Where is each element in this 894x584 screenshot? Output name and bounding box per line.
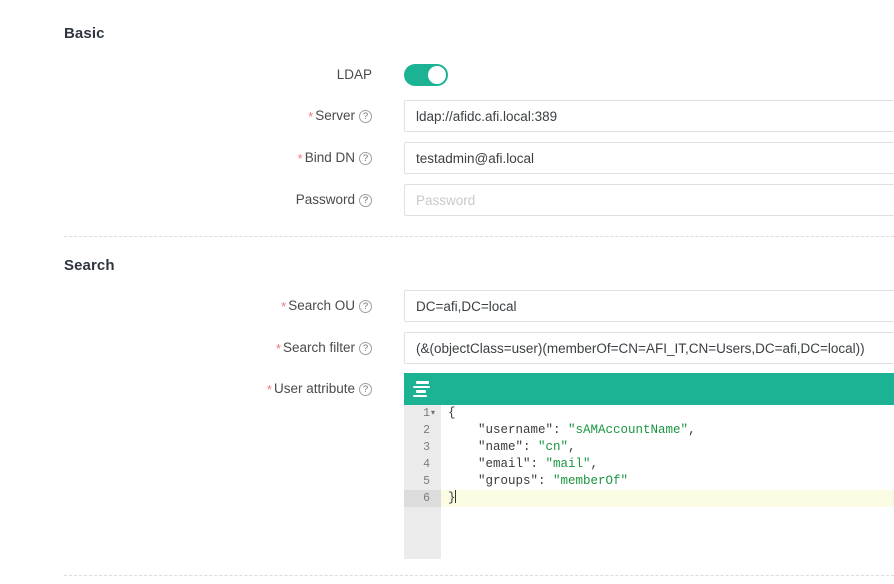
bind-dn-input[interactable] — [404, 142, 894, 174]
code-text: { — [448, 405, 456, 422]
help-icon[interactable]: ? — [359, 194, 372, 207]
label-ldap: LDAP — [0, 59, 372, 91]
field-search-ou — [404, 290, 894, 322]
label-bind-dn: * Bind DN? — [0, 142, 372, 175]
code-token: , — [688, 423, 696, 437]
ldap-toggle-knob — [428, 66, 446, 84]
password-input[interactable] — [404, 184, 894, 216]
label-user-attribute: * User attribute? — [0, 373, 372, 406]
form-row-server: * Server? — [0, 100, 894, 132]
section-divider-search — [64, 575, 894, 576]
label-search-filter-text: Search filter — [282, 340, 355, 355]
line-number: 4 — [423, 458, 430, 471]
format-align-icon[interactable] — [412, 381, 430, 397]
label-search-ou: * Search OU? — [0, 290, 372, 323]
code-token: "email": — [448, 457, 546, 471]
server-input[interactable] — [404, 100, 894, 132]
help-icon[interactable]: ? — [359, 152, 372, 165]
code-line[interactable]: 2 "username": "sAMAccountName", — [404, 422, 894, 439]
code-token: , — [590, 457, 599, 471]
ldap-settings-page: Basic LDAP *Server? *Bind DN? Passwor — [0, 0, 894, 584]
text-caret — [454, 490, 456, 503]
label-server: * Server? — [0, 100, 372, 133]
required-asterisk: * — [281, 299, 287, 314]
code-text: "username": "sAMAccountName", — [448, 422, 696, 439]
help-icon[interactable]: ? — [359, 383, 372, 396]
form-row-ldap: LDAP — [0, 59, 894, 91]
help-icon[interactable]: ? — [359, 342, 372, 355]
code-token: , — [568, 440, 576, 454]
required-asterisk: * — [297, 151, 303, 166]
field-password — [404, 184, 894, 216]
label-ldap-text: LDAP — [336, 67, 372, 82]
label-user-attribute-text: User attribute — [273, 381, 355, 396]
form-row-password: Password? — [0, 184, 894, 216]
code-token: "sAMAccountName" — [568, 423, 689, 437]
user-attribute-json-editor[interactable]: 1 ▾{2 "username": "sAMAccountName", 3 "nam… — [404, 373, 894, 559]
field-server — [404, 100, 894, 132]
section-title-search: Search — [64, 257, 115, 274]
editor-body[interactable]: 1 ▾{2 "username": "sAMAccountName", 3 "nam… — [404, 405, 894, 559]
code-text: "email": "mail", — [448, 456, 598, 473]
line-number: 6 — [423, 492, 430, 505]
code-token: "name": — [448, 440, 539, 454]
required-asterisk: * — [275, 341, 281, 356]
label-password-text: Password — [295, 192, 355, 207]
field-search-filter — [404, 332, 894, 364]
field-ldap — [404, 59, 894, 86]
form-row-search-ou: * Search OU? — [0, 290, 894, 322]
line-number: 5 — [423, 475, 430, 488]
code-text: "name": "cn", — [448, 439, 576, 456]
code-line[interactable]: 3 "name": "cn", — [404, 439, 894, 456]
label-search-filter: * Search filter? — [0, 332, 372, 365]
form-row-bind-dn: * Bind DN? — [0, 142, 894, 174]
label-bind-dn-text: Bind DN — [304, 150, 355, 165]
label-password: Password? — [0, 184, 372, 216]
code-text: } — [448, 490, 456, 507]
section-title-basic: Basic — [64, 25, 105, 42]
label-search-ou-text: Search OU — [288, 298, 355, 313]
help-icon[interactable]: ? — [359, 300, 372, 313]
line-number: 1 — [423, 407, 430, 420]
field-bind-dn — [404, 142, 894, 174]
search-ou-input[interactable] — [404, 290, 894, 322]
section-divider-basic — [64, 236, 894, 237]
code-text: "groups": "memberOf" — [448, 473, 628, 490]
search-filter-input[interactable] — [404, 332, 894, 364]
editor-toolbar — [404, 373, 894, 405]
editor-code-lines[interactable]: 1 ▾{2 "username": "sAMAccountName", 3 "nam… — [404, 405, 894, 507]
code-token: { — [448, 406, 456, 420]
code-line[interactable]: 6} — [404, 490, 894, 507]
code-token: "mail" — [545, 457, 591, 471]
line-number: 2 — [423, 424, 430, 437]
line-number: 3 — [423, 441, 430, 454]
label-server-text: Server — [315, 108, 355, 123]
form-row-search-filter: * Search filter? — [0, 332, 894, 364]
code-line[interactable]: 5 "groups": "memberOf" — [404, 473, 894, 490]
code-token: "cn" — [538, 440, 569, 454]
fold-toggle-icon[interactable]: ▾ — [431, 405, 439, 422]
code-token: "groups": — [448, 474, 554, 488]
code-line[interactable]: 4 "email": "mail", — [404, 456, 894, 473]
help-icon[interactable]: ? — [359, 110, 372, 123]
required-asterisk: * — [308, 109, 314, 124]
code-line[interactable]: 1 ▾ { — [404, 405, 894, 422]
code-token: "memberOf" — [553, 474, 629, 488]
ldap-toggle[interactable] — [404, 64, 448, 86]
code-token: "username": — [448, 423, 569, 437]
required-asterisk: * — [266, 382, 272, 397]
